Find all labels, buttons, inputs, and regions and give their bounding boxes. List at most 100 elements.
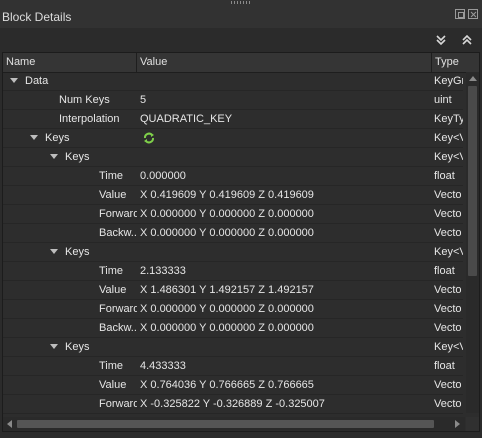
row-name: Time [99,265,124,277]
row-name-cell: Value [3,186,137,204]
expand-all-icon[interactable] [432,31,450,49]
tree-row[interactable]: Time 2.133333 float [3,262,463,281]
row-name-cell: Forward [3,205,137,223]
tree-toolbar [0,28,482,52]
row-name: Forward [99,398,137,410]
scroll-left-icon[interactable] [7,420,12,428]
row-value [140,148,430,166]
row-name: Interpolation [59,113,120,125]
float-panel-button[interactable] [455,9,465,19]
collapse-all-icon[interactable] [458,31,476,49]
row-value [140,129,430,147]
row-name-cell: Time [3,167,137,185]
tree-row[interactable]: Forward X 0.000000 Y 0.000000 Z 0.000000 V… [3,300,463,319]
row-name: Time [99,360,124,372]
tree-row[interactable]: Value X 0.419609 Y 0.419609 Z 0.419609 Vec… [3,186,463,205]
row-name-cell: Keys [3,338,137,356]
tree-row[interactable]: Backw... X 0.000000 Y 0.000000 Z 0.000000… [3,319,463,338]
row-value: QUADRATIC_KEY [140,110,430,128]
row-type: Vecto [434,303,462,315]
row-name-cell: Time [3,357,137,375]
row-type: Vecto [434,398,462,410]
expand-arrow-icon[interactable] [10,78,18,83]
expand-arrow-icon[interactable] [50,154,58,159]
row-type: float [434,265,455,277]
row-value: 2.133333 [140,262,430,280]
row-value-text: X 0.000000 Y 0.000000 Z 0.000000 [140,303,314,315]
row-name-cell: Forward [3,300,137,318]
row-value [140,338,430,356]
column-header-value[interactable]: Value [137,53,432,72]
row-type: Vecto [434,189,462,201]
tree-row[interactable]: Value X 0.764036 Y 0.766665 Z 0.766665 Vec… [3,376,463,395]
tree-row[interactable]: Keys Key<V [3,148,463,167]
column-header-name[interactable]: Name [3,53,137,72]
row-value [140,72,430,90]
tree-row[interactable]: Forward X 0.000000 Y 0.000000 Z 0.000000 V… [3,205,463,224]
row-type: float [434,170,455,182]
tree-row[interactable]: Keys Key<V [3,243,463,262]
row-name: Backw... [99,227,137,239]
close-panel-button[interactable] [468,9,478,19]
row-name: Time [99,170,124,182]
row-name-cell: Value [3,376,137,394]
scroll-up-icon[interactable] [469,76,477,81]
refresh-icon[interactable] [142,131,156,145]
vertical-scrollbar[interactable] [466,72,479,413]
expand-arrow-icon[interactable] [50,249,58,254]
tree-header: Name Value Type [3,53,479,73]
tree-row[interactable]: Time 4.433333 float [3,357,463,376]
row-type: Key<V [434,151,463,163]
row-value: X 0.764036 Y 0.766665 Z 0.766665 [140,376,430,394]
row-name-cell: Keys [3,243,137,261]
tree-row[interactable]: Time 0.000000 float [3,167,463,186]
tree-row[interactable]: Forward X -0.325822 Y -0.326889 Z -0.3250… [3,395,463,414]
horizontal-scroll-thumb[interactable] [17,420,434,428]
vertical-scroll-thumb[interactable] [468,86,477,276]
row-value-text: 2.133333 [140,265,186,277]
row-type: Vecto [434,284,462,296]
tree-row[interactable]: Backw... X 0.000000 Y 0.000000 Z 0.000000… [3,224,463,243]
row-name: Keys [65,341,90,353]
tree-row[interactable]: Keys Key<V [3,129,463,148]
row-value-text: X 0.000000 Y 0.000000 Z 0.000000 [140,208,314,220]
tree-row[interactable]: Data KeyGr [3,72,463,91]
row-value: X 0.419609 Y 0.419609 Z 0.419609 [140,186,430,204]
row-value: X 1.486301 Y 1.492157 Z 1.492157 [140,281,430,299]
row-name: Value [99,284,127,296]
tree-row[interactable]: Value X 1.486301 Y 1.492157 Z 1.492157 Vec… [3,281,463,300]
row-type: Key<V [434,132,463,144]
row-type: KeyTy [434,113,463,125]
row-name-cell: Forward [3,395,137,413]
row-value: X 0.000000 Y 0.000000 Z 0.000000 [140,205,430,223]
row-value-text: 4.433333 [140,360,186,372]
expand-arrow-icon[interactable] [30,135,38,140]
column-header-type[interactable]: Type [432,53,463,72]
row-name-cell: Backw... [3,224,137,242]
row-value-text: X 0.000000 Y 0.000000 Z 0.000000 [140,322,314,334]
row-type: Vecto [434,379,462,391]
tree-row[interactable]: Num Keys 5 uint [3,91,463,110]
row-name: Forward [99,303,137,315]
block-details-tree[interactable]: Name Value Type Data KeyGr Num Keys 5 uint In… [2,52,480,432]
row-value-text: X 0.419609 Y 0.419609 Z 0.419609 [140,189,314,201]
row-name: Forward [99,208,137,220]
row-name: Keys [65,246,90,258]
row-value: X 0.000000 Y 0.000000 Z 0.000000 [140,319,430,337]
row-name-cell: Data [3,72,137,90]
row-value-text: X 0.764036 Y 0.766665 Z 0.766665 [140,379,314,391]
row-name-cell: Interpolation [3,110,137,128]
scroll-right-icon[interactable] [455,420,460,428]
tree-row[interactable]: Keys Key<V [3,338,463,357]
expand-arrow-icon[interactable] [50,344,58,349]
tree-rows: Data KeyGr Num Keys 5 uint Interpolation QUADR… [3,72,463,431]
row-name: Value [99,379,127,391]
row-value-text: 0.000000 [140,170,186,182]
row-name-cell: Keys [3,148,137,166]
horizontal-scrollbar[interactable] [3,417,465,431]
row-type: float [434,360,455,372]
tree-row[interactable]: Interpolation QUADRATIC_KEY KeyTy [3,110,463,129]
drag-grip-icon[interactable] [231,1,251,4]
row-name-cell: Time [3,262,137,280]
row-type: uint [434,94,452,106]
